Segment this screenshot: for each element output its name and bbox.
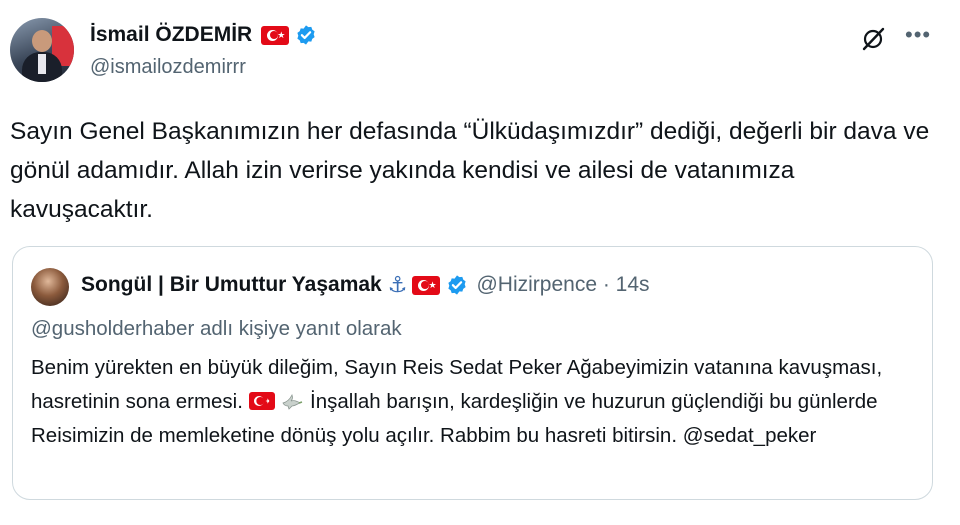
quote-header: Songül | Bir Umuttur Yaşamak ⚓ ★ @Hizirp…: [81, 271, 650, 299]
quote-text: Benim yürekten en büyük dileğim, Sayın R…: [31, 351, 921, 453]
verified-badge-icon: [448, 275, 467, 295]
anchor-icon: ⚓: [387, 272, 408, 297]
quoted-tweet[interactable]: Songül | Bir Umuttur Yaşamak ⚓ ★ @Hizirp…: [12, 246, 933, 500]
turkey-flag-icon: ★: [412, 275, 441, 295]
turkey-flag-icon: [248, 392, 275, 410]
tweet-text: Sayın Genel Başkanımızın her defasında “…: [10, 118, 930, 223]
author-avatar[interactable]: [10, 18, 74, 82]
author-name[interactable]: İsmail ÖZDEMİR: [90, 23, 252, 47]
dove-icon: [282, 393, 303, 410]
reply-context: @gusholderhaber adlı kişiye yanıt olarak: [31, 317, 402, 340]
more-icon[interactable]: •••: [905, 22, 931, 48]
author-name-row: İsmail ÖZDEMİR ★: [90, 20, 317, 50]
quote-author-name[interactable]: Songül | Bir Umuttur Yaşamak: [81, 273, 382, 297]
turkey-flag-icon: ★: [261, 25, 290, 45]
quote-handle-time[interactable]: @Hizirpence · 14s: [476, 273, 649, 297]
verified-badge-icon: [297, 25, 315, 45]
quote-author-avatar[interactable]: [31, 268, 69, 306]
author-handle[interactable]: @ismailozdemirrr: [90, 56, 246, 79]
grok-icon[interactable]: [860, 26, 886, 52]
